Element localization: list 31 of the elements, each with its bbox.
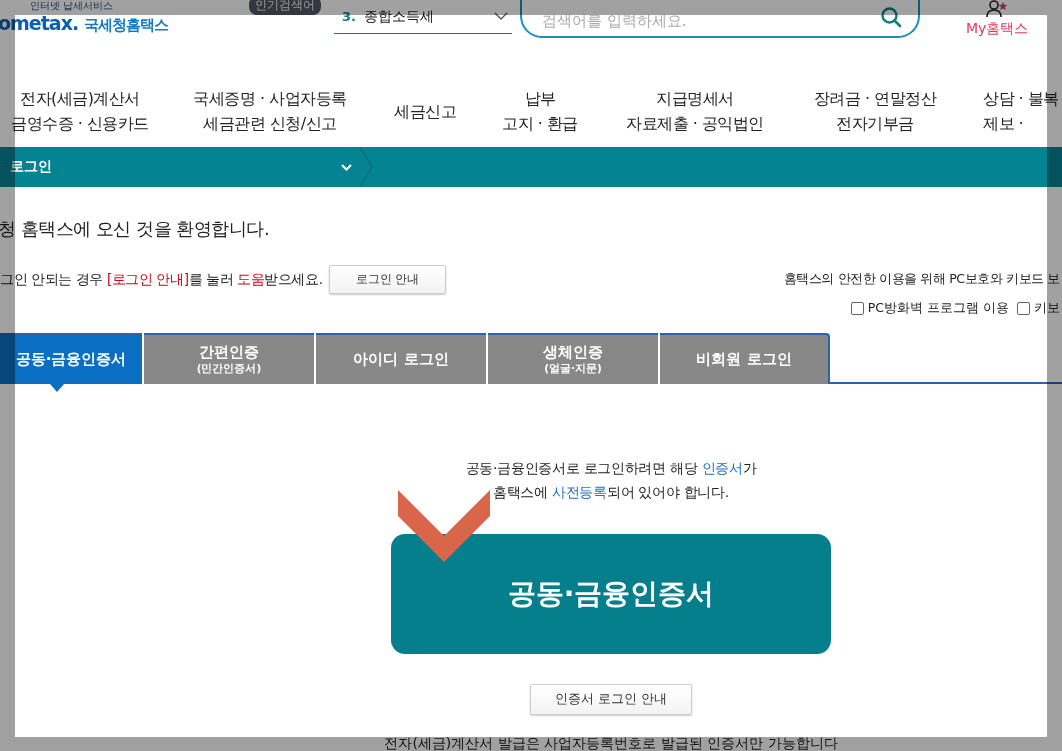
nav-menu-item[interactable]: 납부 고지 · 환급	[475, 86, 605, 136]
nav-menu-item[interactable]: 상담 · 불복 제보 ·	[965, 86, 1062, 136]
footer-note: 전자(세금)계산서 발급은 사업자등록번호로 발급된 인증서만 가능합니다	[384, 735, 838, 751]
login-tab[interactable]: 아이디 로그인	[316, 333, 486, 384]
certificate-login-button[interactable]: 공동·금융인증서	[391, 534, 831, 654]
popular-search-select[interactable]: 3. 종합소득세	[334, 0, 512, 34]
my-hometax-link[interactable]: My홈택스	[966, 20, 1029, 38]
nav-menu-item[interactable]: 전자(세금)계산서 금영수증 · 신용카드	[0, 86, 165, 136]
option-label: 키보	[1034, 300, 1060, 317]
login-guide-button[interactable]: 로그인 안내	[328, 265, 447, 294]
nav-menu-item[interactable]: 장려금 · 연말정산 전자기부금	[785, 86, 965, 136]
instruction-text: 공동·금융인증서로 로그인하려면 해당 인증서 가 홈택스에 사전등록되어 있어야 합니다.	[465, 459, 757, 502]
tab-pointer-icon	[50, 384, 64, 392]
login-tab[interactable]: 생체인증 (얼굴·지문)	[488, 333, 658, 384]
login-tab[interactable]: 비회원 로그인	[660, 333, 830, 384]
option-label: PC방화벽 프로그램 이용	[867, 300, 1009, 317]
welcome-heading: 청 홈택스에 오신 것을 환영합니다.	[0, 217, 271, 241]
nav-menu-item[interactable]: 지급명세서 자료제출 · 공익법인	[605, 86, 785, 136]
logo-tagline: 인터넷 납세서비스	[30, 0, 115, 12]
nav-menu-item[interactable]: 국세증명 · 사업자등록 세금관련 신청/신고	[165, 86, 375, 136]
nav-menu-item[interactable]: 세금신고	[375, 98, 475, 124]
checkbox[interactable]	[850, 302, 864, 315]
security-notice: 홈택스의 안전한 이용을 위해 PC보호와 키보드 보	[783, 271, 1060, 288]
site-name[interactable]: 국세청홈택스	[84, 16, 169, 35]
chevron-down-icon	[341, 163, 352, 171]
login-tab[interactable]: 간편인증 (민간인증서)	[144, 333, 314, 384]
chevron-down-icon	[494, 12, 508, 21]
breadcrumb-dropdown[interactable]: 로그인	[0, 158, 360, 176]
certificate-guide-button[interactable]: 인증서 로그인 안내	[530, 684, 692, 715]
checkbox[interactable]	[1017, 302, 1030, 315]
breadcrumb-separator-icon	[360, 147, 374, 187]
